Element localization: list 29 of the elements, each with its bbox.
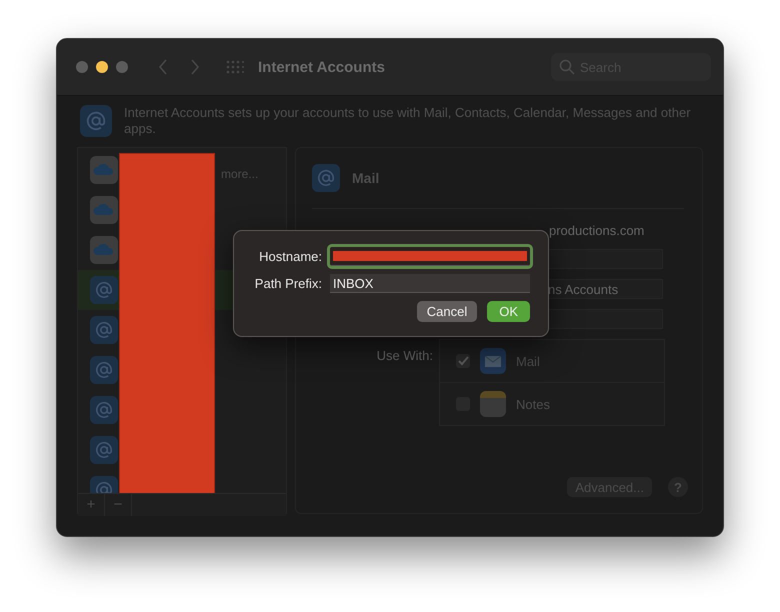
- account-detail-text: productions.com: [548, 222, 646, 240]
- close-button[interactable]: [76, 61, 88, 73]
- ok-button[interactable]: OK: [487, 301, 530, 322]
- input-field[interactable]: INBOX: [330, 274, 530, 293]
- help-button[interactable]: ?: [668, 477, 688, 497]
- cloud-icon: [90, 236, 118, 264]
- at-sign-icon: [90, 276, 118, 304]
- at-sign-icon: [312, 164, 340, 192]
- search-icon: [559, 59, 575, 75]
- cloud-icon: [90, 196, 118, 224]
- remove-button[interactable]: −: [105, 494, 132, 516]
- at-sign-icon: [90, 396, 118, 424]
- add-button[interactable]: +: [78, 494, 105, 516]
- zoom-button[interactable]: [116, 61, 128, 73]
- at-sign-icon: [90, 356, 118, 384]
- internet-accounts-icon: [80, 105, 112, 137]
- cancel-button[interactable]: Cancel: [416, 301, 478, 322]
- input-field[interactable]: [330, 247, 530, 266]
- at-sign-icon: [90, 436, 118, 464]
- notepad-icon: [480, 391, 506, 417]
- window-title: Internet Accounts: [258, 58, 385, 76]
- field-label: Path Prefix:: [254, 276, 322, 291]
- cloud-icon: [90, 156, 118, 184]
- at-sign-icon: [90, 316, 118, 344]
- checkbox[interactable]: [456, 354, 470, 368]
- field-label: Hostname:: [258, 249, 322, 264]
- envelope-icon: [480, 348, 506, 374]
- minimize-button[interactable]: [96, 61, 108, 73]
- use-with-label: Use With:: [376, 347, 434, 365]
